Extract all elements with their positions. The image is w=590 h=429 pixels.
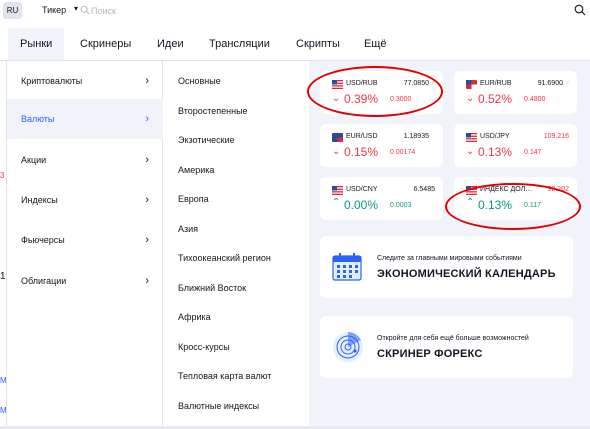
quote-change-percent: 0.15% xyxy=(344,145,379,159)
subcategory-major[interactable]: Основные xyxy=(178,76,221,86)
forex-screener-promo[interactable]: Откройте для себя ещё больше возможносте… xyxy=(320,316,573,378)
chevron-right-icon: › xyxy=(145,234,149,246)
top-bar: RU Тикер ▾ xyxy=(0,0,590,24)
nav-item-screeners[interactable]: Скринеры xyxy=(80,28,131,60)
eu-flag-icon xyxy=(466,80,477,89)
chevron-up-icon: ⌃ xyxy=(332,197,341,208)
ticker-label[interactable]: Тикер xyxy=(42,5,66,15)
subcategory-currency-indices[interactable]: Валютные индексы xyxy=(178,401,259,411)
quote-change-abs: 0.0003 xyxy=(390,202,412,209)
category-label: Акции xyxy=(21,155,47,165)
nav-item-scripts[interactable]: Скрипты xyxy=(296,28,340,60)
subcategory-asia[interactable]: Азия xyxy=(178,224,198,234)
subcategory-africa[interactable]: Африка xyxy=(178,312,211,322)
calendar-icon xyxy=(332,253,362,281)
subcategory-exotic[interactable]: Экзотические xyxy=(178,135,235,145)
quote-price: 109.216 xyxy=(543,133,569,140)
subcategory-menu: Основные Второстепенные Экзотические Аме… xyxy=(163,61,309,429)
radar-icon xyxy=(333,332,363,362)
main-nav: Рынки Скринеры Идеи Трансляции Скрипты Е… xyxy=(0,28,590,60)
category-label: Индексы xyxy=(21,195,58,205)
subcategory-americas[interactable]: Америка xyxy=(178,165,214,175)
category-currencies[interactable]: Валюты › xyxy=(7,99,163,139)
quote-change-abs: 0.00174 xyxy=(390,149,416,156)
quote-symbol: EUR/USD xyxy=(346,133,378,140)
chevron-down-icon[interactable]: ▾ xyxy=(74,4,78,13)
quote-price: 6.5485 xyxy=(413,186,435,193)
category-futures[interactable]: Фьючерсы › xyxy=(7,220,163,260)
annotation-ellipse xyxy=(307,66,443,117)
quote-change-percent: 0.52% xyxy=(478,92,513,106)
category-label: Облигации xyxy=(21,276,67,286)
category-label: Валюты xyxy=(21,114,55,124)
nav-item-markets[interactable]: Рынки xyxy=(8,28,65,60)
nav-item-streams[interactable]: Трансляции xyxy=(209,28,270,60)
language-badge[interactable]: RU xyxy=(3,2,22,19)
category-label: Криптовалюты xyxy=(21,76,83,86)
promo-subtitle: Следите за главными мировыми событиями xyxy=(377,255,522,262)
quote-change-percent: 0.00% xyxy=(344,198,379,212)
quote-change-abs: 0.4800 xyxy=(524,96,546,103)
quote-change-percent: 0.13% xyxy=(478,145,513,159)
search-icon[interactable] xyxy=(574,4,586,16)
promo-title: СКРИНЕР ФОРЕКС xyxy=(377,348,483,360)
quote-card[interactable]: USD/JPY 109.216 ⌄ 0.13% 0.147 xyxy=(454,124,577,167)
category-bonds[interactable]: Облигации › xyxy=(7,261,163,301)
category-menu: Криптовалюты › Валюты › Акции › Индексы … xyxy=(6,61,163,429)
subcategory-europe[interactable]: Европа xyxy=(178,194,209,204)
subcategory-cross-rates[interactable]: Кросс-курсы xyxy=(178,342,230,352)
promo-subtitle: Откройте для себя ещё больше возможносте… xyxy=(377,335,529,342)
currencies-overview-panel: USD/RUB 77.0850 ○ ⌄ 0.39% 0.3000 EUR/RUB… xyxy=(309,61,590,429)
search-input[interactable] xyxy=(91,3,211,19)
eu-flag-icon xyxy=(332,133,343,142)
chevron-right-icon: › xyxy=(145,75,149,87)
quote-symbol: EUR/RUB xyxy=(480,80,512,87)
subcategory-pacific[interactable]: Тихоокеанский регион xyxy=(178,253,271,263)
subcategory-middle-east[interactable]: Ближний Восток xyxy=(178,283,246,293)
chevron-right-icon: › xyxy=(145,194,149,206)
economic-calendar-promo[interactable]: Следите за главными мировыми событиями Э… xyxy=(320,236,573,298)
nav-item-more[interactable]: Ещё xyxy=(364,28,387,60)
chevron-right-icon: › xyxy=(145,154,149,166)
quote-card[interactable]: USD/CNY 6.5485 ⌃ 0.00% 0.0003 xyxy=(320,177,443,220)
us-flag-icon xyxy=(332,186,343,195)
subcategory-minor[interactable]: Второстепенные xyxy=(178,106,248,116)
us-flag-icon xyxy=(466,133,477,142)
category-stocks[interactable]: Акции › xyxy=(7,140,163,180)
category-indices[interactable]: Индексы › xyxy=(7,180,163,220)
quote-symbol: USD/CNY xyxy=(346,186,378,193)
chevron-right-icon: › xyxy=(145,275,149,287)
nav-item-ideas[interactable]: Идеи xyxy=(157,28,184,60)
quote-card[interactable]: EUR/RUB 91.6900 ○ ⌄ 0.52% 0.4800 xyxy=(454,71,577,114)
category-crypto[interactable]: Криптовалюты › xyxy=(7,61,163,101)
background-mark: 1 xyxy=(0,271,6,282)
chevron-right-icon: › xyxy=(145,113,149,125)
category-label: Фьючерсы xyxy=(21,235,65,245)
quote-card[interactable]: EUR/USD 1.18935 ⌄ 0.15% 0.00174 xyxy=(320,124,443,167)
promo-title: ЭКОНОМИЧЕСКИЙ КАЛЕНДАРЬ xyxy=(377,268,556,280)
chevron-down-icon: ⌄ xyxy=(466,93,475,104)
status-dot-icon: ○ xyxy=(565,80,569,86)
search-icon xyxy=(80,5,90,15)
quote-symbol: USD/JPY xyxy=(480,133,510,140)
quote-price: 91.6900 xyxy=(537,80,563,87)
quote-price: 1.18935 xyxy=(403,133,429,140)
background-mark: 3 xyxy=(0,171,5,180)
quote-change-abs: 0.147 xyxy=(524,149,542,156)
chevron-down-icon: ⌄ xyxy=(466,146,475,157)
chevron-down-icon: ⌄ xyxy=(332,146,341,157)
annotation-ellipse xyxy=(445,183,581,230)
subcategory-heatmap[interactable]: Тепловая карта валют xyxy=(178,371,271,381)
